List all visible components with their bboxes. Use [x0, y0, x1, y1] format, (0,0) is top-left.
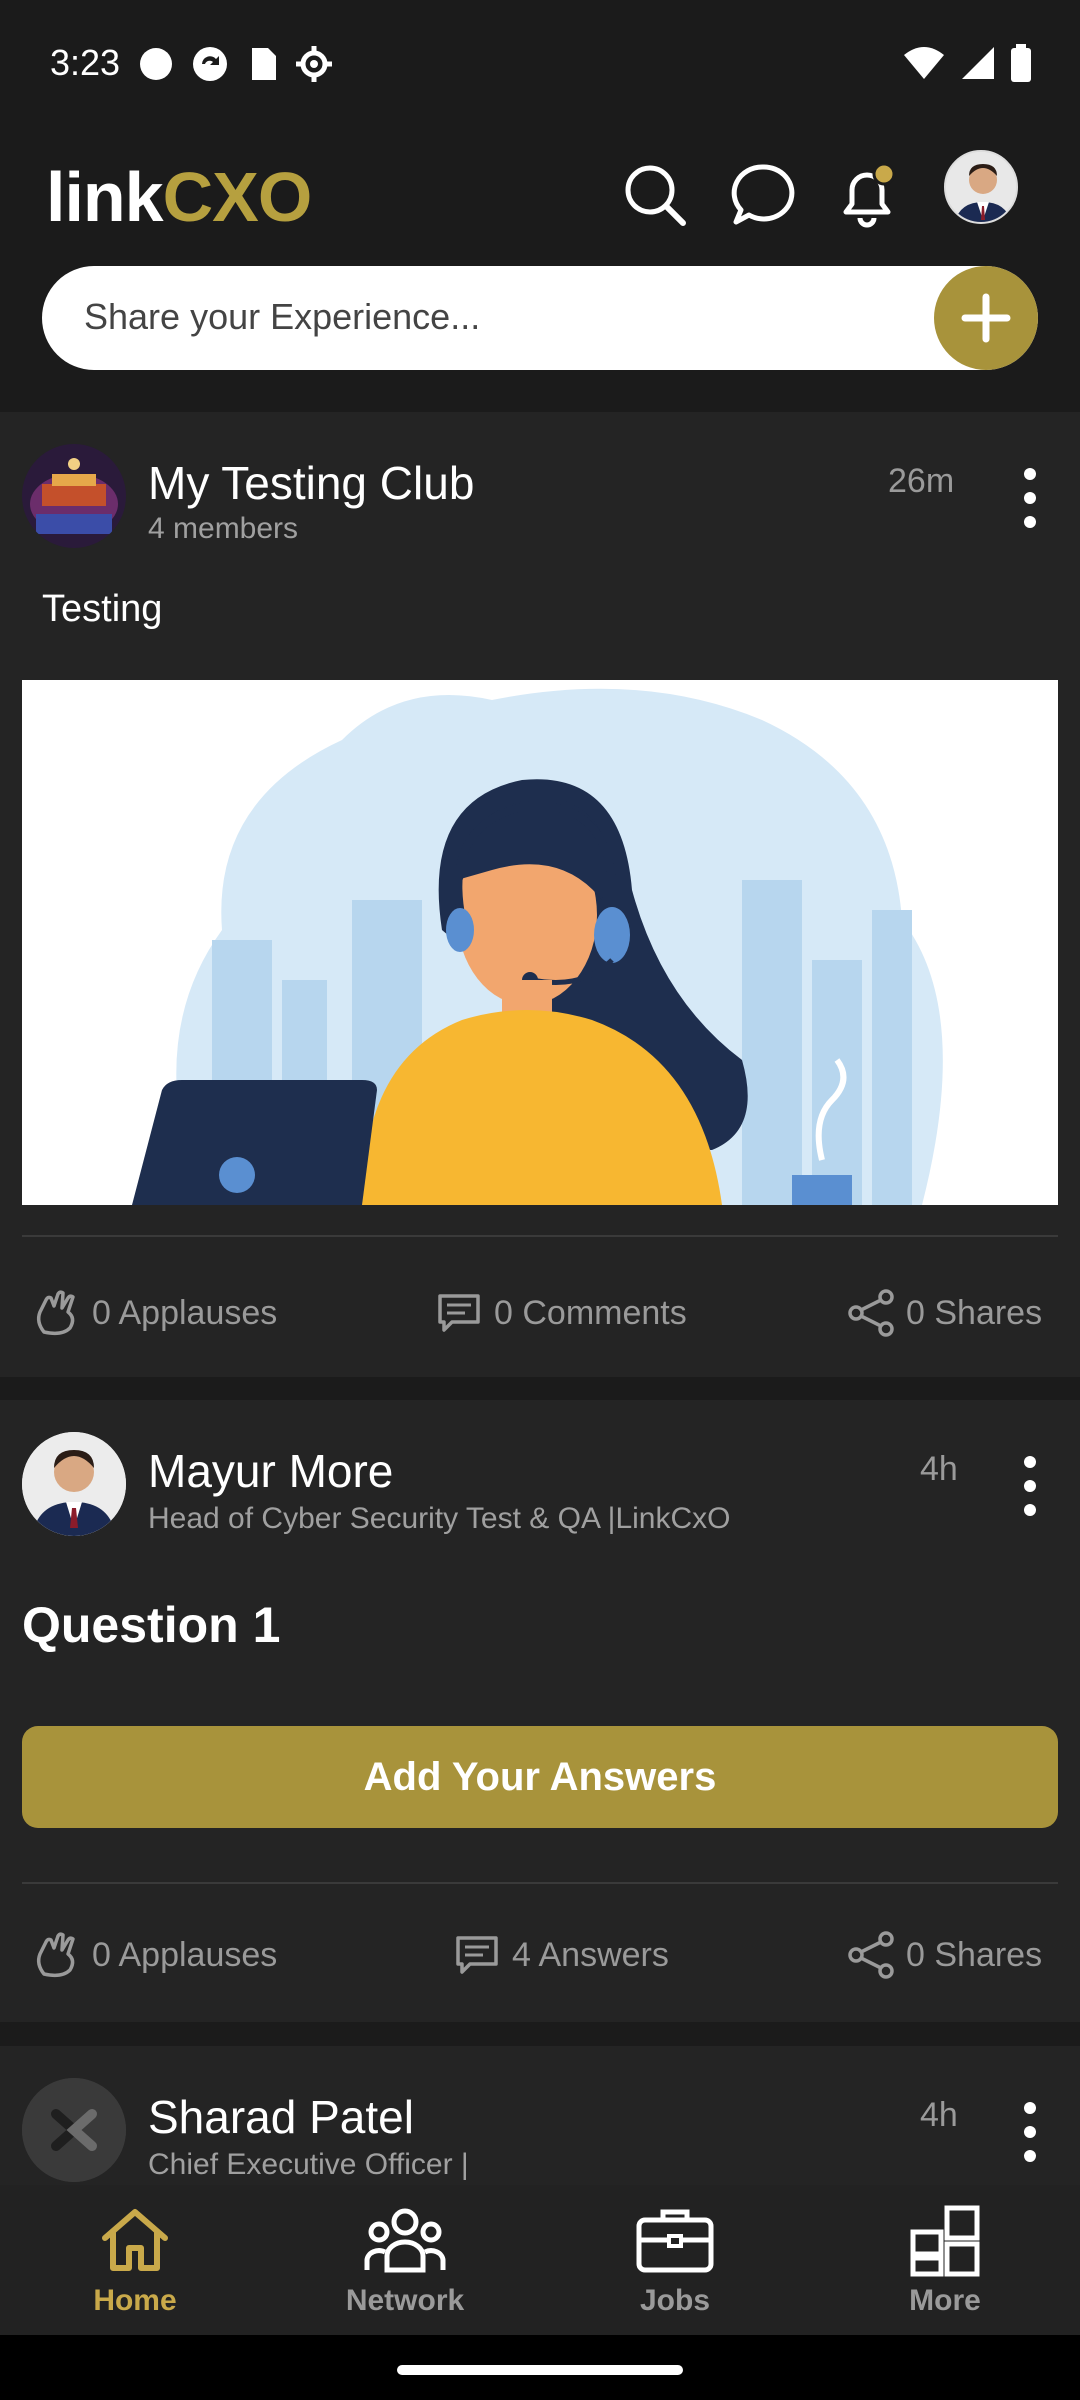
- profile-avatar[interactable]: [944, 150, 1018, 224]
- feed-post-partial: Sharad Patel Chief Executive Officer | 4…: [0, 2046, 1080, 2185]
- author-avatar[interactable]: [22, 1432, 126, 1536]
- settings-icon: [296, 46, 332, 82]
- applause-count: 0 Applauses: [92, 1293, 278, 1332]
- post-text: Testing: [42, 588, 163, 630]
- applause-button[interactable]: 0 Applauses: [32, 1288, 277, 1338]
- share-icon: [848, 1931, 894, 1979]
- divider: [22, 1235, 1058, 1237]
- nav-more[interactable]: More: [810, 2185, 1080, 2335]
- shares-button[interactable]: 0 Shares: [846, 1288, 1042, 1338]
- status-time: 3:23: [50, 42, 121, 83]
- post-subtitle: Head of Cyber Security Test & QA |LinkCx…: [148, 1502, 731, 1535]
- share-experience-input[interactable]: Share your Experience...: [42, 266, 1038, 370]
- user-avatar-icon: [946, 152, 1016, 222]
- search-button[interactable]: [610, 150, 700, 240]
- share-placeholder: Share your Experience...: [84, 296, 481, 337]
- sync-icon: [193, 47, 227, 81]
- author-avatar[interactable]: [22, 2078, 126, 2182]
- grid-icon: [910, 2205, 980, 2277]
- nav-network-label: Network: [345, 2284, 465, 2317]
- shares-button[interactable]: 0 Shares: [846, 1930, 1042, 1980]
- search-icon: [625, 165, 686, 226]
- nav-home-label: Home: [93, 2284, 177, 2317]
- linkcxo-logo[interactable]: link CXO: [46, 152, 313, 242]
- sd-card-icon: [252, 48, 276, 80]
- comments-button[interactable]: 0 Comments: [434, 1288, 687, 1338]
- user-avatar-icon: [22, 1432, 126, 1536]
- messages-button[interactable]: [718, 150, 808, 240]
- answers-button[interactable]: 4 Answers: [452, 1930, 669, 1980]
- post-time: 26m: [888, 462, 955, 500]
- notifications-button[interactable]: [822, 150, 912, 240]
- gesture-handle[interactable]: [397, 2365, 683, 2375]
- post-subtitle: Chief Executive Officer |: [148, 2148, 469, 2181]
- clap-icon: [36, 1290, 75, 1336]
- logo-text-link: link: [46, 158, 164, 236]
- more-options-button[interactable]: [1010, 2102, 1050, 2162]
- post-time: 4h: [920, 2096, 958, 2134]
- app-header: link CXO Share your Experience...: [0, 130, 1080, 410]
- comment-icon: [456, 1936, 498, 1974]
- post-author[interactable]: Mayur More: [148, 1444, 393, 1498]
- home-icon: [102, 2209, 168, 2271]
- post-author[interactable]: My Testing Club: [148, 456, 474, 510]
- feed-post-question: Mayur More Head of Cyber Security Test &…: [0, 1400, 1080, 2022]
- post-image[interactable]: [22, 680, 1058, 1205]
- dot-icon: [140, 48, 172, 80]
- divider: [22, 1882, 1058, 1884]
- post-subtitle: 4 members: [148, 512, 299, 545]
- network-icon: [364, 2208, 446, 2273]
- question-title[interactable]: Question 1: [22, 1596, 280, 1654]
- signal-icon: [962, 47, 994, 79]
- battery-icon: [1011, 44, 1031, 82]
- comments-count: 0 Comments: [494, 1293, 687, 1332]
- status-system-icons: [902, 44, 1032, 82]
- nav-jobs[interactable]: Jobs: [540, 2185, 810, 2335]
- customer-support-illustration: [22, 680, 1058, 1205]
- applause-count: 0 Applauses: [92, 1935, 278, 1974]
- bottom-navigation: Home Network Jobs More: [0, 2185, 1080, 2335]
- feed-post-club: My Testing Club 4 members 26m Testing 0 …: [0, 412, 1080, 1377]
- more-options-button[interactable]: [1010, 1456, 1050, 1516]
- post-author[interactable]: Sharad Patel: [148, 2090, 414, 2144]
- bell-icon: [843, 162, 896, 228]
- shares-count: 0 Shares: [906, 1935, 1043, 1974]
- plus-icon: [961, 293, 1011, 343]
- clap-icon: [36, 1932, 75, 1978]
- status-bar: 3:23: [0, 0, 1080, 130]
- briefcase-icon: [636, 2209, 714, 2273]
- applause-button[interactable]: 0 Applauses: [32, 1930, 277, 1980]
- nav-network[interactable]: Network: [270, 2185, 540, 2335]
- linkcxo-default-avatar-icon: [22, 2078, 126, 2182]
- shares-count: 0 Shares: [906, 1293, 1043, 1332]
- share-icon: [848, 1289, 894, 1337]
- more-options-button[interactable]: [1010, 468, 1050, 528]
- club-avatar[interactable]: [22, 444, 126, 548]
- comment-icon: [438, 1294, 480, 1332]
- gesture-navigation-area: [0, 2335, 1080, 2400]
- status-notification-icons: [136, 44, 334, 84]
- wifi-icon: [904, 47, 944, 79]
- nav-home[interactable]: Home: [0, 2185, 270, 2335]
- nav-jobs-label: Jobs: [639, 2284, 711, 2317]
- chat-bubble-icon: [731, 164, 795, 225]
- post-time: 4h: [920, 1450, 958, 1488]
- add-your-answers-button[interactable]: Add Your Answers: [22, 1726, 1058, 1828]
- answers-count: 4 Answers: [512, 1935, 669, 1974]
- club-image-icon: [22, 444, 126, 548]
- add-post-button[interactable]: [934, 266, 1038, 370]
- logo-text-cxo: CXO: [162, 158, 313, 236]
- nav-more-label: More: [909, 2284, 981, 2317]
